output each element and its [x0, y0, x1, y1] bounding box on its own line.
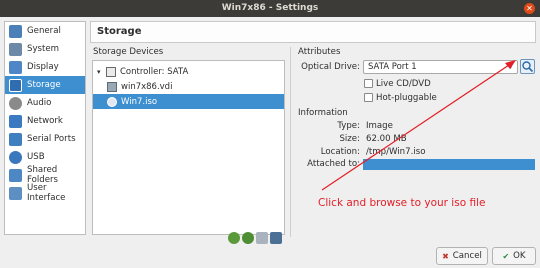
cancel-label: Cancel — [452, 251, 482, 261]
check-icon: ✔ — [502, 251, 510, 261]
cancel-icon: ✖ — [442, 251, 449, 261]
title-bar: Win7x86 - Settings ✕ — [0, 0, 540, 17]
settings-window: General System Display Storage Audio Net… — [0, 17, 540, 268]
window-title: Win7x86 - Settings — [221, 3, 319, 13]
annotation-text: Click and browse to your iso file — [318, 197, 486, 209]
close-button[interactable]: ✕ — [524, 3, 535, 14]
annotation-arrow — [321, 60, 516, 191]
ok-button[interactable]: ✔ OK — [492, 247, 536, 265]
cancel-button[interactable]: ✖ Cancel — [436, 247, 488, 265]
ok-label: OK — [513, 251, 526, 261]
